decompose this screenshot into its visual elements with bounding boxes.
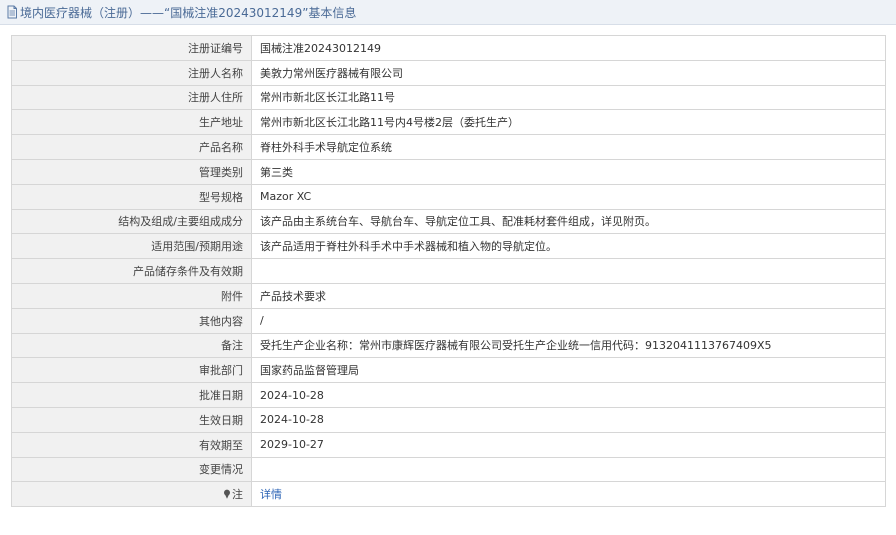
row-label: 生产地址 [11, 109, 252, 136]
registration-detail-table: 注册证编号 国械注准20243012149 注册人名称 美敦力常州医疗器械有限公… [11, 35, 886, 508]
row-label: 结构及组成/主要组成成分 [11, 208, 252, 235]
row-value: / [251, 307, 886, 334]
table-row: 生产地址 常州市新北区长江北路11号内4号楼2层（委托生产） [11, 109, 886, 136]
row-label: 产品名称 [11, 134, 252, 160]
row-label: 管理类别 [11, 158, 252, 185]
row-label: 备注 [11, 332, 252, 359]
table-row: 注册证编号 国械注准20243012149 [11, 35, 886, 61]
row-value: 第三类 [251, 158, 886, 185]
row-value: 该产品由主系统台车、导航台车、导航定位工具、配准耗材套件组成，详见附页。 [251, 208, 886, 235]
row-value: 国械注准20243012149 [251, 35, 886, 61]
row-label: 产品储存条件及有效期 [11, 258, 252, 284]
table-row: 产品名称 脊柱外科手术导航定位系统 [11, 134, 886, 160]
table-row: 批准日期 2024-10-28 [11, 382, 886, 408]
row-value: 美敦力常州医疗器械有限公司 [251, 59, 886, 86]
row-value: Mazor XC [251, 183, 886, 210]
row-value: 该产品适用于脊柱外科手术中手术器械和植入物的导航定位。 [251, 233, 886, 260]
row-value: 脊柱外科手术导航定位系统 [251, 134, 886, 160]
row-value: 受托生产企业名称：常州市康辉医疗器械有限公司受托生产企业统一信用代码：91320… [251, 332, 886, 359]
row-label: 其他内容 [11, 307, 252, 334]
table-row: 其他内容 / [11, 307, 886, 334]
page-header: 境内医疗器械（注册）——“国械注准20243012149”基本信息 [0, 0, 896, 25]
table-row: 生效日期 2024-10-28 [11, 406, 886, 433]
table-row: 结构及组成/主要组成成分 该产品由主系统台车、导航台车、导航定位工具、配准耗材套… [11, 208, 886, 235]
table-row: 管理类别 第三类 [11, 158, 886, 185]
row-value: 2029-10-27 [251, 431, 886, 458]
table-row: 附件 产品技术要求 [11, 282, 886, 309]
row-value [251, 258, 886, 284]
details-link[interactable]: 详情 [260, 488, 282, 501]
table-row: 注册人名称 美敦力常州医疗器械有限公司 [11, 59, 886, 86]
row-label: 注册证编号 [11, 35, 252, 61]
page-title: 境内医疗器械（注册）——“国械注准20243012149”基本信息 [20, 5, 357, 20]
row-value: 产品技术要求 [251, 282, 886, 309]
document-icon [7, 5, 17, 19]
row-label: 注册人住所 [11, 84, 252, 111]
table-row: 变更情况 [11, 456, 886, 483]
note-value-cell: 详情 [251, 481, 886, 508]
row-value: 常州市新北区长江北路11号内4号楼2层（委托生产） [251, 109, 886, 136]
row-value [251, 456, 886, 483]
row-label: 变更情况 [11, 456, 252, 483]
row-value: 国家药品监督管理局 [251, 357, 886, 384]
note-row: 注 详情 [11, 481, 886, 508]
row-value: 2024-10-28 [251, 382, 886, 408]
table-row: 注册人住所 常州市新北区长江北路11号 [11, 84, 886, 111]
table-row: 产品储存条件及有效期 [11, 258, 886, 284]
table-row: 有效期至 2029-10-27 [11, 431, 886, 458]
row-label: 有效期至 [11, 431, 252, 458]
note-label-cell: 注 [11, 481, 252, 508]
table-row: 型号规格 Mazor XC [11, 183, 886, 210]
row-label: 注册人名称 [11, 59, 252, 86]
row-label: 型号规格 [11, 183, 252, 210]
row-value: 常州市新北区长江北路11号 [251, 84, 886, 111]
row-label: 生效日期 [11, 406, 252, 433]
row-value: 2024-10-28 [251, 406, 886, 433]
row-label: 附件 [11, 282, 252, 309]
row-label: 审批部门 [11, 357, 252, 384]
row-label: 适用范围/预期用途 [11, 233, 252, 260]
table-row: 备注 受托生产企业名称：常州市康辉医疗器械有限公司受托生产企业统一信用代码：91… [11, 332, 886, 359]
table-row: 适用范围/预期用途 该产品适用于脊柱外科手术中手术器械和植入物的导航定位。 [11, 233, 886, 260]
pin-icon [224, 489, 230, 500]
note-label: 注 [232, 488, 243, 502]
row-label: 批准日期 [11, 382, 252, 408]
table-row: 审批部门 国家药品监督管理局 [11, 357, 886, 384]
